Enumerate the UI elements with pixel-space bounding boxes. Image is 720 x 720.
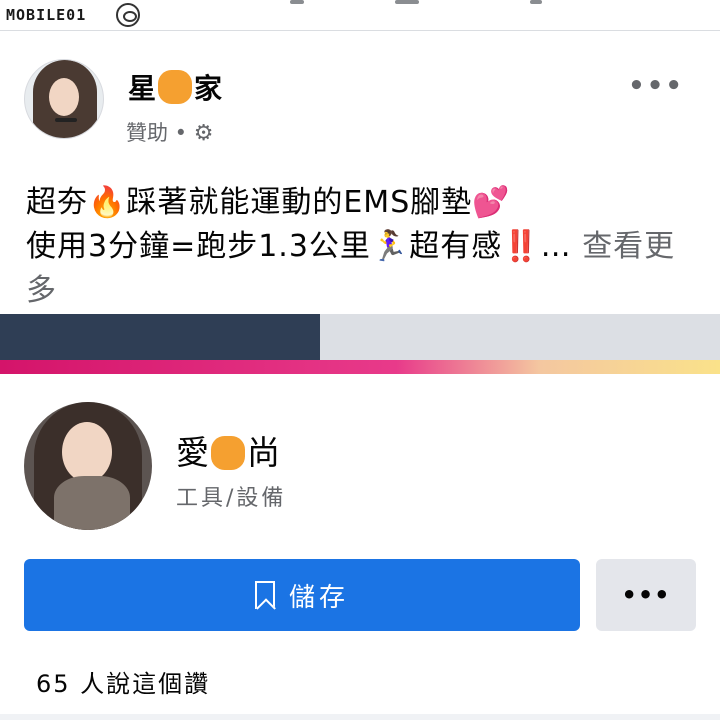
card-name-prefix: 愛 <box>176 433 209 472</box>
sponsored-text: 贊助 • <box>126 121 188 145</box>
page-name[interactable]: 星家 <box>128 67 222 107</box>
more-icon: ••• <box>621 581 671 609</box>
page-avatar[interactable] <box>24 59 104 139</box>
card-page-name[interactable]: 愛尚 <box>176 426 280 474</box>
sponsored-label: 贊助 • ⚙ <box>126 117 213 147</box>
divider <box>0 714 720 720</box>
save-button-label: 儲存 <box>288 582 349 613</box>
post-text: 超夯🔥踩著就能運動的EMS腳墊💕 使用3分鐘=跑步1.3公里🏃‍♀️超有感‼️…… <box>26 181 686 313</box>
redaction-mark <box>211 436 245 470</box>
watermark-logo-icon <box>116 3 140 27</box>
card-category: 工具/設備 <box>176 486 287 511</box>
redaction-mark <box>158 70 193 104</box>
save-button[interactable]: 儲存 <box>24 559 580 631</box>
top-bar-edge <box>530 0 542 4</box>
likes-count[interactable]: 65 人說這個讚 <box>36 664 210 699</box>
post-text-line: 超夯🔥踩著就能運動的EMS腳墊💕 <box>26 185 511 220</box>
card-avatar[interactable] <box>24 402 152 530</box>
bookmark-icon <box>254 581 275 609</box>
post-text-line-2: 使用3分鐘=跑步1.3公里🏃‍♀️超有感‼️… <box>26 229 572 264</box>
card-name-suffix: 尚 <box>247 433 280 472</box>
media-image-left <box>0 314 320 360</box>
gear-icon: ⚙ <box>193 121 214 146</box>
media-color-strip <box>0 360 720 374</box>
sponsored-post: 星家 贊助 • ⚙ ••• 超夯🔥踩著就能運動的EMS腳墊💕 使用3分鐘=跑步1… <box>0 31 720 314</box>
post-media[interactable] <box>0 314 720 374</box>
top-bar-edge <box>395 0 419 4</box>
more-options-icon[interactable]: ••• <box>628 71 684 101</box>
page-card: 愛尚 工具/設備 儲存 ••• 65 人說這個讚 <box>0 374 720 720</box>
top-bar-edge <box>290 0 304 4</box>
post-text-line: 使用3分鐘=跑步1.3公里🏃‍♀️超有感‼️… 查看更多 <box>26 225 686 313</box>
top-bar: MOBILE01 <box>0 0 720 31</box>
media-image-right <box>320 314 720 360</box>
page-name-prefix: 星 <box>128 72 157 105</box>
more-button[interactable]: ••• <box>596 559 696 631</box>
page-name-suffix: 家 <box>194 72 223 105</box>
watermark-text: MOBILE01 <box>6 6 87 24</box>
